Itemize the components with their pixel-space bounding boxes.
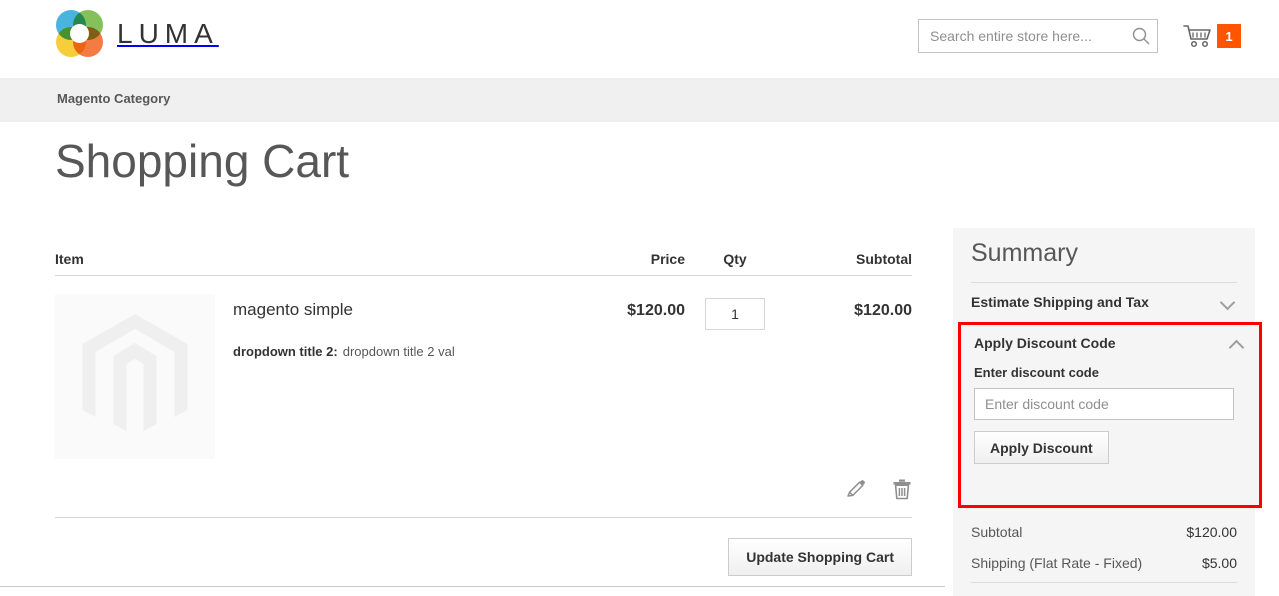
search-input[interactable] [918,19,1158,53]
column-header-price: Price [650,251,685,267]
discount-code-input[interactable] [974,388,1234,420]
order-summary-panel: Summary Estimate Shipping and Tax Apply … [953,228,1262,596]
item-qty-cell [685,294,785,466]
magento-placeholder-image-icon [82,313,188,431]
page-title: Shopping Cart [55,135,350,187]
cart-item-cell: magento simple dropdown title 2: dropdown… [55,294,575,466]
logo-text: LUMA [117,17,219,49]
discount-form: Enter discount code Apply Discount [974,361,1246,464]
shipping-value: $5.00 [1201,554,1237,571]
cart-item-actions [55,478,912,500]
cart-table-header-row: Item Price Qty Subtotal [55,240,912,276]
quantity-input[interactable] [705,298,765,330]
column-header-qty: Qty [723,251,747,267]
trash-delete-icon[interactable] [892,478,912,500]
option-value: dropdown title 2 val [342,344,455,360]
category-navigation-bar: Magento Category [0,78,1279,122]
chevron-up-icon [1230,339,1244,348]
product-image[interactable] [55,294,215,459]
page-bottom-divider [0,586,945,587]
estimate-shipping-label: Estimate Shipping and Tax [971,293,1149,310]
column-header-subtotal: Subtotal [856,251,912,267]
chevron-down-icon [1221,297,1235,306]
subtotal-value: $120.00 [1186,523,1237,540]
shopping-cart-icon [1182,23,1212,49]
luma-flower-logo-icon [56,10,103,57]
cart-table-bottom-divider [55,517,912,518]
column-header-item: Item [55,251,84,267]
list-item: dropdown title 2: dropdown title 2 val [233,342,455,362]
shopping-cart-table: Item Price Qty Subtotal magento simple d… [55,240,912,466]
page-header: LUMA Search entire store here... 1 [0,0,1279,78]
apply-discount-label: Apply Discount Code [974,335,1116,351]
header-actions: 1 [918,19,1241,53]
order-totals: Subtotal $120.00 Shipping (Flat Rate - F… [971,516,1237,583]
table-row: magento simple dropdown title 2: dropdown… [55,276,912,466]
apply-discount-button[interactable]: Apply Discount [974,431,1109,464]
product-name-link[interactable]: magento simple [233,300,353,320]
search-icon[interactable] [1131,26,1151,46]
apply-discount-section: Apply Discount Code Enter discount code … [958,322,1262,508]
item-subtotal: $120.00 [854,302,912,319]
subtotal-label: Subtotal [971,523,1023,540]
estimate-shipping-toggle[interactable]: Estimate Shipping and Tax [971,283,1237,321]
product-details: magento simple dropdown title 2: dropdown… [233,294,455,466]
site-logo-link[interactable]: LUMA [56,10,219,57]
update-shopping-cart-button[interactable]: Update Shopping Cart [728,538,912,576]
shipping-label: Shipping (Flat Rate - Fixed) [971,554,1143,571]
estimate-shipping-section: Estimate Shipping and Tax [971,281,1237,321]
pencil-edit-icon[interactable] [845,478,867,500]
apply-discount-toggle[interactable]: Apply Discount Code [974,325,1246,361]
cart-item-count-badge: 1 [1217,24,1241,48]
search-container [918,19,1158,53]
totals-divider [971,582,1237,583]
option-label: dropdown title 2: [233,344,338,360]
product-options-list: dropdown title 2: dropdown title 2 val [233,342,455,362]
cart-footer-actions: Update Shopping Cart [55,538,912,576]
total-row-subtotal: Subtotal $120.00 [971,516,1237,547]
nav-item-magento-category[interactable]: Magento Category [57,91,170,106]
discount-code-label: Enter discount code [974,365,1099,380]
summary-heading: Summary [971,239,1078,267]
item-price: $120.00 [627,302,685,319]
total-row-shipping: Shipping (Flat Rate - Fixed) $5.00 [971,547,1237,578]
minicart-link[interactable]: 1 [1182,23,1241,49]
